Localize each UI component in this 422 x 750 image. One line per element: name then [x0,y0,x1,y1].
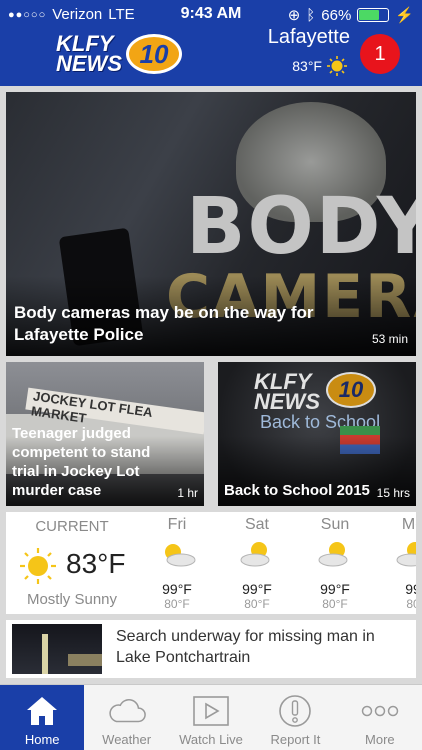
story-thumbnail [12,624,102,674]
tab-label: Report It [270,732,321,747]
sun-icon [327,56,347,76]
card-logo-text: KLFY NEWS [254,371,320,414]
notification-badge[interactable]: 1 [360,34,400,74]
current-label: CURRENT [35,518,109,535]
forecast-high: 99°F [162,581,192,597]
partly-sunny-icon [396,542,416,567]
forecast-high: 99 [405,581,416,597]
forecast-day-name: Sat [244,516,269,533]
hero-story[interactable]: BODY CAMERAS Body cameras may be on the … [6,92,416,356]
bluetooth-icon: ᛒ [306,6,316,24]
tab-label: Weather [102,732,152,747]
card-logo-news: NEWS [254,389,320,414]
forecast-day[interactable]: Fri 99°F 80°F [138,516,216,611]
more-icon [361,705,399,717]
rotation-lock-icon: ⊕ [287,7,301,24]
partly-sunny-icon [165,544,196,567]
forecast-low: 80°F [322,597,348,611]
forecast-day-name: Mo [401,516,416,533]
story-timestamp: 1 hr [177,486,198,500]
current-condition: Mostly Sunny [26,591,118,608]
battery-icon [357,8,390,22]
current-temperature: 83°F [66,548,126,579]
forecast-low: 80°F [244,597,270,611]
home-icon [27,697,58,725]
tab-home[interactable]: Home [0,685,85,750]
sun-icon [20,548,56,584]
forecast-day[interactable]: Sat 99°F 80°F [218,516,296,611]
story-timestamp: 15 hrs [376,486,410,500]
alert-icon [279,695,312,727]
logo-text-news: NEWS [56,51,122,76]
story-headline[interactable]: Teenager judged competent to stand trial… [12,424,162,500]
tab-more[interactable]: More [338,685,422,750]
location-label[interactable]: Lafayette [268,26,350,49]
hero-headline[interactable]: Body cameras may be on the way for Lafay… [14,302,354,346]
list-item[interactable]: Search underway for missing man in Lake … [6,620,416,678]
partly-sunny-icon [240,542,270,567]
story-headline[interactable]: Back to School 2015 [224,481,374,500]
partly-sunny-icon [318,542,348,567]
header-temperature: 83°F [292,58,322,74]
forecast-low: 80 [406,597,416,611]
charging-icon: ⚡ [395,7,414,24]
forecast-day[interactable]: Mo 99 80 [374,516,416,611]
forecast-day[interactable]: Sun 99°F 80°F [296,516,374,611]
tab-label: More [365,732,395,747]
app-header: ●●○○○ Verizon LTE 9:43 AM ⊕ ᛒ 66% ⚡ KLFY… [0,0,422,86]
tab-label: Watch Live [179,732,243,747]
station-logo[interactable]: KLFY NEWS 10 [56,32,186,78]
tab-weather[interactable]: Weather [84,685,168,750]
status-bar: ●●○○○ Verizon LTE 9:43 AM ⊕ ᛒ 66% ⚡ [0,0,422,28]
tab-bar: Home Weather Watch Live Report It More [0,684,422,750]
forecast-low: 80°F [164,597,190,611]
logo-number: 10 [126,34,182,74]
tab-label: Home [24,732,60,747]
forecast-day-name: Fri [167,516,187,533]
forecast-high: 99°F [242,581,272,597]
tab-watch-live[interactable]: Watch Live [169,685,253,750]
story-card[interactable]: JOCKEY LOT FLEA MARKET Teenager judged c… [6,362,204,506]
card-logo-number: 10 [326,372,376,408]
hero-image-text-body: BODY [186,182,416,272]
play-icon [193,696,229,726]
hero-timestamp: 53 min [371,332,408,346]
cloud-icon [108,699,146,723]
story-headline[interactable]: Search underway for missing man in Lake … [116,626,406,668]
forecast-high: 99°F [320,581,350,597]
forecast-day-name: Sun [320,516,350,533]
story-card[interactable]: KLFY NEWS 10 Back to School Back to Scho… [218,362,416,506]
tab-report-it[interactable]: Report It [253,685,337,750]
weather-strip[interactable]: CURRENT 83°F Mostly Sunny Fri 99°F 80°F … [6,512,416,614]
battery-percent: 66% [321,6,352,24]
